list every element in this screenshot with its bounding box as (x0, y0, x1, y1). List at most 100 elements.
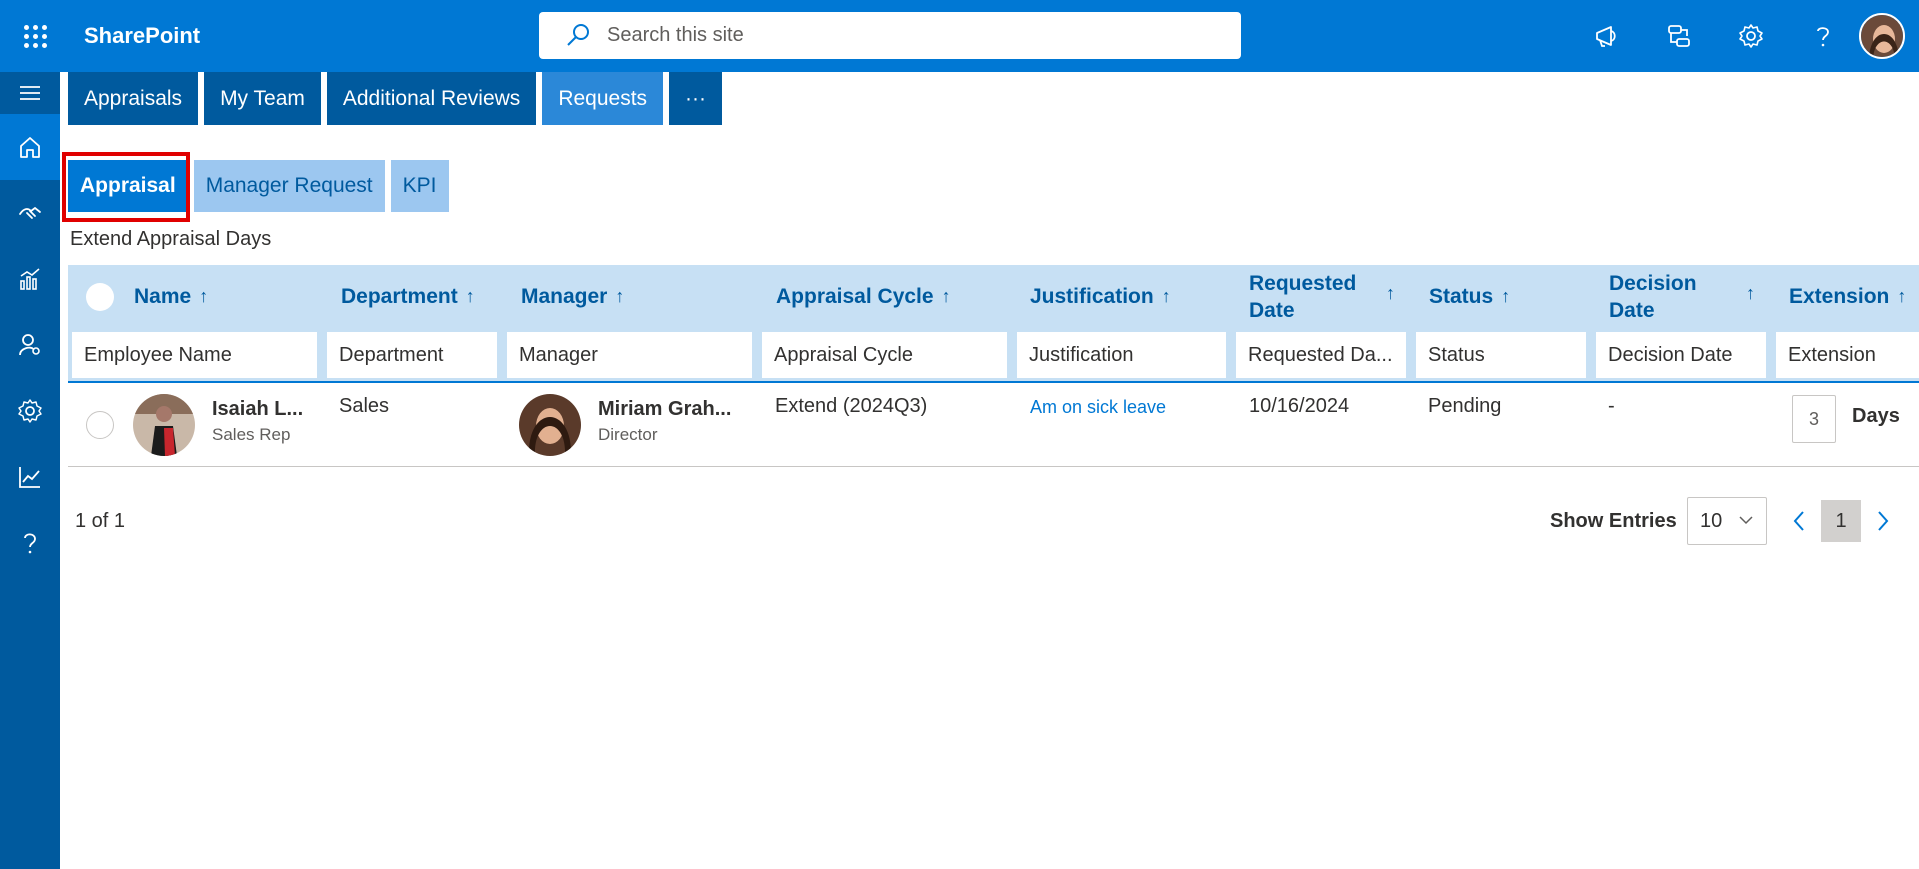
user-gear-icon (19, 334, 40, 356)
row-select-radio[interactable] (86, 411, 114, 439)
home-icon (20, 137, 40, 158)
manager-name[interactable]: Miriam Grah... (598, 398, 731, 421)
show-entries-label: Show Entries (1550, 510, 1677, 532)
appraisal-cycle-cell: Extend (2024Q3) (775, 395, 928, 417)
left-navigation-rail (0, 72, 60, 869)
column-header-justification[interactable]: Justification ↑ (1030, 265, 1171, 328)
app-switch-button[interactable] (1643, 0, 1715, 72)
flow-icon (1668, 25, 1690, 47)
tab-additional-reviews[interactable]: Additional Reviews (326, 72, 537, 125)
sort-arrow-icon: ↑ (1897, 286, 1907, 306)
sort-arrow-icon: ↑ (615, 286, 625, 306)
status-cell: Pending (1428, 395, 1502, 417)
sort-arrow-icon: ↑ (1386, 283, 1395, 303)
rail-home[interactable] (0, 114, 60, 180)
subtab-manager-request[interactable]: Manager Request (193, 160, 385, 212)
tab-appraisals[interactable]: Appraisals (68, 72, 199, 125)
employee-cell: Isaiah L... Sales Rep (212, 398, 303, 445)
search-icon (567, 23, 589, 46)
settings-button[interactable] (1715, 0, 1787, 72)
sort-arrow-icon: ↑ (1501, 286, 1511, 306)
rail-analytics[interactable] (0, 444, 60, 510)
suite-bar: SharePoint (0, 0, 1919, 72)
tab-my-team[interactable]: My Team (204, 72, 321, 125)
filter-manager[interactable] (507, 332, 752, 378)
help-button[interactable] (1787, 0, 1859, 72)
gear-icon (1739, 24, 1763, 48)
sort-arrow-icon: ↑ (465, 286, 475, 306)
selection-highlight (62, 152, 190, 222)
subtab-kpi[interactable]: KPI (390, 160, 449, 212)
filter-justification[interactable] (1017, 332, 1226, 378)
entries-per-page-select[interactable]: 10 (1687, 497, 1767, 545)
gear-icon (18, 399, 42, 423)
manager-role: Director (598, 425, 658, 444)
department-cell: Sales (339, 395, 390, 417)
justification-link[interactable]: Am on sick leave (1030, 397, 1166, 418)
handshake-icon (19, 206, 41, 219)
person-photo-icon (133, 394, 195, 456)
next-page-icon[interactable] (1872, 506, 1894, 536)
table-header-row: Name ↑ Department ↑ Manager ↑ Appraisal Cyc… (68, 265, 1919, 328)
sort-arrow-icon: ↑ (941, 286, 951, 306)
table-row[interactable]: Isaiah L... Sales Rep Sales Miriam Grah.… (68, 383, 1919, 467)
filter-status[interactable] (1416, 332, 1586, 378)
bar-chart-icon (20, 268, 40, 290)
column-header-decision-date[interactable]: Decision Date ↑ (1609, 265, 1755, 328)
question-icon (1817, 27, 1829, 47)
section-title: Extend Appraisal Days (70, 228, 272, 250)
line-chart-icon (19, 467, 40, 488)
sort-arrow-icon: ↑ (199, 286, 209, 306)
column-header-name[interactable]: Name ↑ (134, 265, 208, 328)
entries-value: 10 (1700, 509, 1723, 532)
menu-toggle-button[interactable] (0, 72, 60, 114)
rail-performance[interactable] (0, 180, 60, 246)
sort-arrow-icon: ↑ (1746, 283, 1755, 303)
rail-help[interactable] (0, 510, 60, 576)
requested-date-cell: 10/16/2024 (1249, 395, 1350, 417)
extension-unit-label: Days (1852, 405, 1900, 427)
tab-requests[interactable]: Requests (542, 72, 664, 125)
employee-name[interactable]: Isaiah L... (212, 398, 303, 421)
filter-employee-name[interactable] (72, 332, 317, 378)
app-name[interactable]: SharePoint (84, 23, 539, 49)
filter-department[interactable] (327, 332, 497, 378)
announcements-button[interactable] (1571, 0, 1643, 72)
column-header-extension[interactable]: Extension ↑ (1789, 265, 1906, 328)
column-header-requested-date[interactable]: Requested Date ↑ (1249, 265, 1395, 328)
extension-days-input[interactable]: 3 (1792, 395, 1836, 443)
rail-settings[interactable] (0, 378, 60, 444)
megaphone-icon (1596, 26, 1616, 47)
waffle-icon (23, 24, 47, 48)
requests-table: Name ↑ Department ↑ Manager ↑ Appraisal Cyc… (68, 265, 1919, 467)
chevron-down-icon (1739, 516, 1753, 525)
filter-appraisal-cycle[interactable] (762, 332, 1007, 378)
hamburger-icon (20, 86, 40, 100)
page-number-button[interactable]: 1 (1821, 500, 1861, 542)
column-header-manager[interactable]: Manager ↑ (521, 265, 624, 328)
rail-user-settings[interactable] (0, 312, 60, 378)
select-all-checkbox[interactable] (86, 283, 114, 311)
page-count: 1 of 1 (75, 510, 126, 532)
table-filter-row (68, 328, 1919, 383)
previous-page-icon[interactable] (1788, 506, 1810, 536)
suite-actions (1571, 0, 1919, 72)
employee-role: Sales Rep (212, 425, 291, 444)
top-tabs: Appraisals My Team Additional Reviews Re… (68, 72, 723, 125)
avatar-photo-icon (1861, 15, 1903, 57)
manager-avatar (519, 394, 581, 456)
question-icon (24, 533, 36, 554)
person-photo-icon (519, 394, 581, 456)
tab-more[interactable]: ··· (669, 72, 723, 125)
search-box[interactable] (539, 12, 1241, 59)
app-launcher-button[interactable] (0, 0, 70, 72)
search-input[interactable] (607, 24, 1241, 47)
filter-decision-date[interactable] (1596, 332, 1766, 378)
column-header-status[interactable]: Status ↑ (1429, 265, 1510, 328)
filter-requested-date[interactable] (1236, 332, 1406, 378)
column-header-department[interactable]: Department ↑ (341, 265, 475, 328)
user-avatar[interactable] (1859, 13, 1905, 59)
filter-extension[interactable] (1776, 332, 1919, 378)
column-header-appraisal-cycle[interactable]: Appraisal Cycle ↑ (776, 265, 951, 328)
rail-reports[interactable] (0, 246, 60, 312)
